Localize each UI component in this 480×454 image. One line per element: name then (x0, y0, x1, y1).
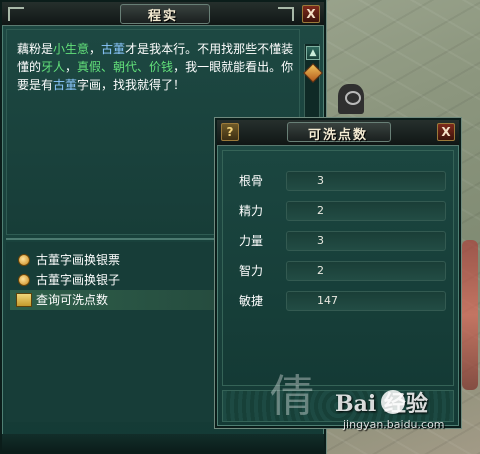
coin-icon (18, 274, 30, 286)
option-label: 查询可洗点数 (36, 293, 109, 307)
scroll-thumb[interactable] (303, 63, 323, 83)
paw-icon (381, 390, 405, 414)
npc-text-segment: 古董 (53, 78, 78, 92)
stat-label: 敏捷 (239, 294, 264, 308)
close-button[interactable]: X (437, 123, 455, 141)
world-red-banner (462, 240, 478, 390)
stat-label: 精力 (239, 204, 264, 218)
points-stats-panel: 根骨 3 精力 2 力量 3 智力 2 敏捷 147 (222, 150, 454, 386)
npc-text-segment: 小生意 (53, 42, 90, 56)
option-label: 古董字画换银票 (36, 253, 121, 267)
stat-value: 3 (286, 171, 446, 191)
stat-label: 根骨 (239, 174, 264, 188)
world-npc-marker-icon[interactable] (338, 84, 364, 114)
npc-text-segment: 字画，找我就得了！ (77, 78, 186, 92)
npc-dialog-text: 藕粉是小生意，古董才是我本行。不用找那些不懂装懂的牙人，真假、朝代、价钱，我一眼… (17, 40, 305, 94)
baidu-watermark: Bai 经验 jingyan.baidu.com (335, 386, 480, 454)
npc-text-segment: ， (89, 42, 102, 56)
npc-text-segment: 真假、朝代、价钱 (77, 60, 174, 74)
stat-value: 2 (286, 201, 446, 221)
option-label: 古董字画换银子 (36, 273, 121, 287)
npc-dialog-title: 程实 (147, 9, 178, 24)
stat-value: 2 (286, 261, 446, 281)
points-window-titlebar[interactable]: ? 可洗点数 X (217, 120, 459, 146)
calligraphy-watermark: 倩 (270, 371, 314, 422)
book-icon (16, 293, 32, 307)
stat-row-strength: 力量 3 (223, 231, 455, 251)
reset-points-window: ? 可洗点数 X 根骨 3 精力 2 力量 3 智力 2 敏捷 147 (215, 118, 461, 428)
npc-text-segment: 古董 (101, 42, 126, 56)
stat-value: 147 (286, 291, 446, 311)
npc-dialog-titlebar[interactable]: 程实 X (2, 2, 324, 26)
close-button[interactable]: X (302, 5, 320, 23)
dialog-bottom-frame (2, 434, 324, 452)
scroll-up-arrow-icon[interactable]: ▲ (306, 46, 320, 60)
points-window-title: 可洗点数 (307, 128, 368, 143)
stat-value: 3 (286, 231, 446, 251)
stat-row-agility: 敏捷 147 (223, 291, 455, 311)
stat-row-constitution: 根骨 3 (223, 171, 455, 191)
npc-text-segment: ， (65, 60, 78, 74)
stat-label: 力量 (239, 234, 264, 248)
watermark-url: jingyan.baidu.com (343, 418, 445, 431)
coin-icon (18, 254, 30, 266)
stat-row-intelligence: 智力 2 (223, 261, 455, 281)
npc-text-segment: 藕粉是 (17, 42, 54, 56)
npc-text-segment: 牙人 (41, 60, 66, 74)
stat-label: 智力 (239, 264, 264, 278)
stat-row-energy: 精力 2 (223, 201, 455, 221)
